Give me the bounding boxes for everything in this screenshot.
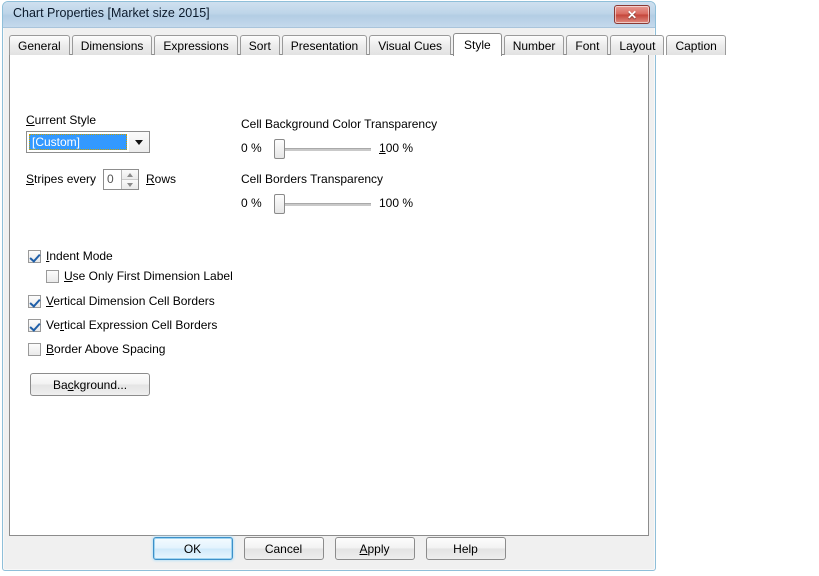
slider2-max-label: 100 %	[379, 196, 414, 210]
style-tab-panel: Current Style [Custom] Stripes every 0 R…	[9, 54, 649, 536]
background-button[interactable]: Background...	[30, 373, 150, 396]
stripes-rows-label: Rows	[146, 172, 177, 186]
checkbox-label: Vertical Expression Cell Borders	[46, 318, 218, 332]
tab-font[interactable]: Font	[566, 35, 609, 55]
tab-strip: General Dimensions Expressions Sort Pres…	[9, 33, 728, 56]
current-style-label: Current Style	[26, 113, 97, 127]
cancel-button[interactable]: Cancel	[243, 537, 324, 560]
checkbox-indicator[interactable]	[28, 294, 41, 308]
checkbox-vertical-dimension-cell-borders[interactable]: Vertical Dimension Cell Borders	[28, 294, 215, 308]
stepper-buttons	[121, 170, 138, 189]
checkbox-label: Border Above Spacing	[46, 342, 166, 356]
slider2-thumb[interactable]	[274, 194, 285, 214]
help-button[interactable]: Help	[425, 537, 506, 560]
title-bar[interactable]: Chart Properties [Market size 2015] ✕	[3, 2, 655, 28]
ok-button[interactable]: OK	[152, 537, 233, 560]
close-button[interactable]: ✕	[614, 5, 650, 24]
slider1-min-label: 0 %	[241, 141, 262, 155]
tab-layout[interactable]: Layout	[610, 35, 665, 55]
cell-borders-transparency-label: Cell Borders Transparency	[241, 172, 384, 186]
dialog-button-bar: OK Cancel Apply Help	[3, 537, 655, 560]
chevron-down-icon[interactable]	[129, 132, 149, 152]
cell-background-transparency-slider[interactable]: 0 % 100 %	[241, 137, 414, 159]
stepper-up-button[interactable]	[122, 170, 138, 179]
cell-borders-transparency-slider[interactable]: 0 % 100 %	[241, 192, 414, 214]
stripes-every-label: Stripes every	[26, 172, 97, 186]
checkbox-indicator[interactable]	[28, 249, 41, 263]
checkbox-vertical-expression-cell-borders[interactable]: Vertical Expression Cell Borders	[28, 318, 217, 332]
checkbox-use-only-first-dimension-label[interactable]: Use Only First Dimension Label	[46, 269, 233, 283]
tab-expressions[interactable]: Expressions	[154, 35, 238, 55]
tab-caption[interactable]: Caption	[666, 35, 726, 55]
slider2-min-label: 0 %	[241, 196, 262, 210]
checkbox-indicator[interactable]	[28, 318, 41, 332]
slider1-thumb[interactable]	[274, 139, 285, 159]
cell-background-transparency-label: Cell Background Color Transparency	[241, 117, 438, 131]
stripes-every-stepper[interactable]: 0	[103, 169, 139, 190]
tab-number[interactable]: Number	[503, 35, 565, 55]
tab-sort[interactable]: Sort	[239, 35, 280, 55]
chart-properties-dialog: Chart Properties [Market size 2015] ✕ Ge…	[2, 1, 726, 571]
checkbox-indicator[interactable]	[46, 269, 59, 283]
background-button-label: Background...	[52, 377, 128, 392]
checkbox-indicator[interactable]	[28, 342, 41, 356]
checkbox-label: Vertical Dimension Cell Borders	[46, 294, 215, 308]
current-style-value: [Custom]	[29, 134, 127, 150]
tab-visual-cues[interactable]: Visual Cues	[369, 35, 452, 55]
slider2-track[interactable]	[274, 203, 371, 206]
window-title: Chart Properties [Market size 2015]	[13, 6, 210, 20]
stripes-every-value[interactable]: 0	[104, 170, 121, 189]
checkbox-label: Use Only First Dimension Label	[64, 269, 233, 283]
current-style-combobox[interactable]: [Custom]	[26, 131, 150, 153]
close-icon: ✕	[626, 7, 638, 22]
tab-general[interactable]: General	[9, 35, 70, 55]
stepper-down-button[interactable]	[122, 179, 138, 189]
apply-button[interactable]: Apply	[334, 537, 415, 560]
checkbox-border-above-spacing[interactable]: Border Above Spacing	[28, 342, 165, 356]
checkbox-indent-mode[interactable]: Indent Mode	[28, 249, 113, 263]
slider1-max-label: 100 %	[379, 141, 414, 155]
tab-dimensions[interactable]: Dimensions	[71, 35, 153, 55]
tab-style[interactable]: Style	[453, 33, 502, 56]
tab-presentation[interactable]: Presentation	[281, 35, 368, 55]
slider1-track[interactable]	[274, 148, 371, 151]
checkbox-label: Indent Mode	[46, 249, 113, 263]
